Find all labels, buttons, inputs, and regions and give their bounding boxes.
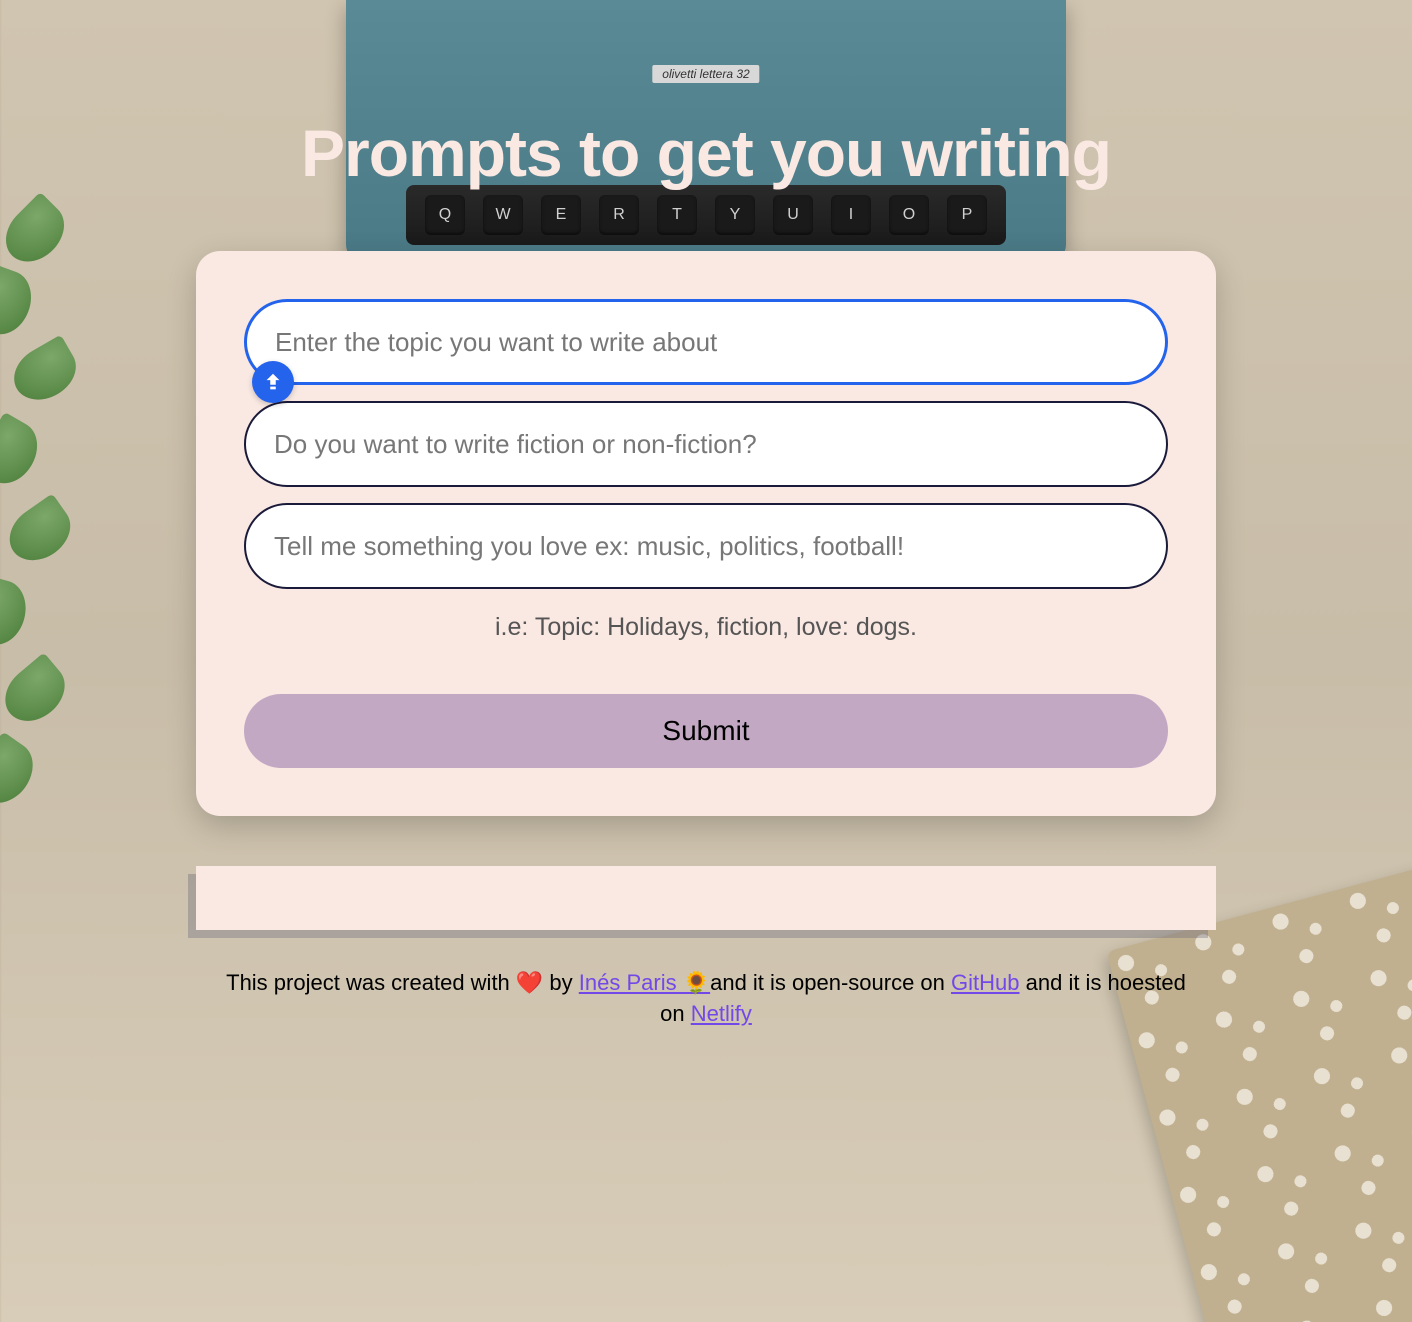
footer-mid1: and it is open-source on xyxy=(710,970,951,995)
submit-button[interactable]: Submit xyxy=(244,694,1168,768)
hint-text: i.e: Topic: Holidays, fiction, love: dog… xyxy=(244,613,1168,642)
form-card: i.e: Topic: Holidays, fiction, love: dog… xyxy=(196,251,1216,816)
page-title: Prompts to get you writing xyxy=(196,0,1216,251)
github-link[interactable]: GitHub xyxy=(951,970,1019,995)
author-link[interactable]: Inés Paris 🌻 xyxy=(579,970,710,995)
upload-icon[interactable] xyxy=(252,361,294,403)
love-input-wrapper xyxy=(244,503,1168,589)
topic-input[interactable] xyxy=(244,299,1168,385)
topic-input-wrapper xyxy=(244,299,1168,385)
result-card xyxy=(196,866,1216,930)
genre-input-wrapper xyxy=(244,401,1168,487)
footer: This project was created with ❤️ by Inés… xyxy=(196,930,1216,1070)
footer-prefix: This project was created with ❤️ by xyxy=(226,970,579,995)
netlify-link[interactable]: Netlify xyxy=(691,1001,752,1026)
genre-input[interactable] xyxy=(244,401,1168,487)
love-input[interactable] xyxy=(244,503,1168,589)
